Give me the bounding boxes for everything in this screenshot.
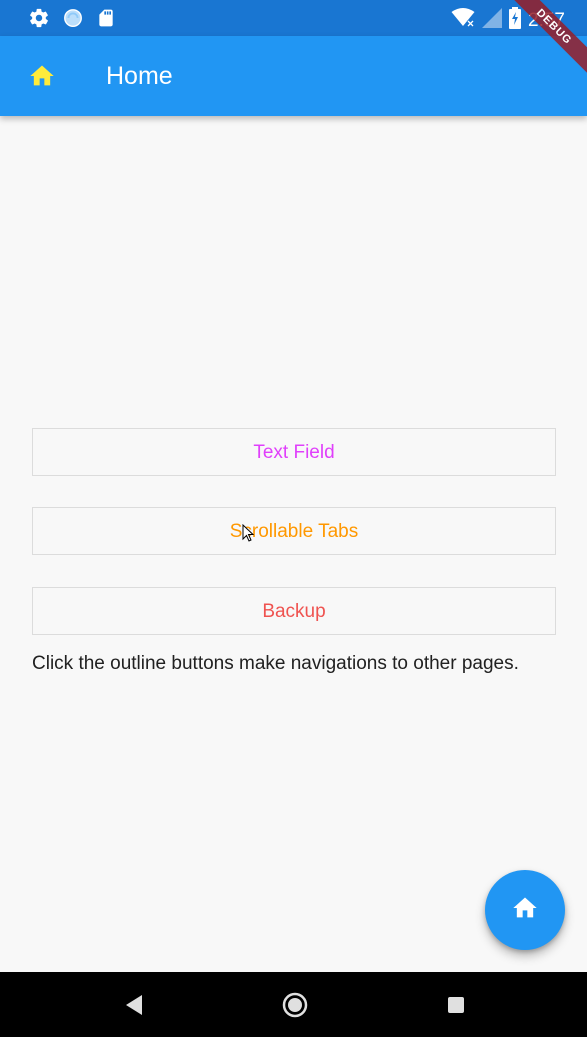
- cell-signal-icon: [482, 8, 503, 33]
- app-screen: 2:57 DEBUG Home Text Field Scrollable Ta…: [0, 0, 587, 1037]
- status-left-icons: [28, 7, 116, 29]
- app-bar: Home: [0, 36, 587, 116]
- helper-text: Click the outline buttons make navigatio…: [32, 653, 519, 674]
- sd-card-icon: [96, 7, 116, 29]
- back-icon[interactable]: [124, 994, 144, 1021]
- battery-charging-icon: [509, 7, 522, 34]
- status-bar: 2:57: [0, 0, 587, 36]
- home-icon[interactable]: [28, 62, 56, 90]
- home-fab-button[interactable]: [485, 870, 565, 950]
- mouse-cursor-icon: [242, 523, 255, 542]
- text-field-button[interactable]: Text Field: [32, 428, 556, 476]
- scrollable-tabs-button[interactable]: Scrollable Tabs: [32, 507, 556, 555]
- home-circle-icon[interactable]: [282, 992, 308, 1023]
- page-title: Home: [106, 62, 173, 90]
- backup-button[interactable]: Backup: [32, 587, 556, 635]
- recents-icon[interactable]: [447, 996, 465, 1019]
- home-icon: [511, 894, 539, 927]
- system-nav-bar: [0, 972, 587, 1037]
- settings-icon: [28, 7, 50, 29]
- wifi-icon: [451, 8, 475, 33]
- sync-icon: [62, 7, 84, 29]
